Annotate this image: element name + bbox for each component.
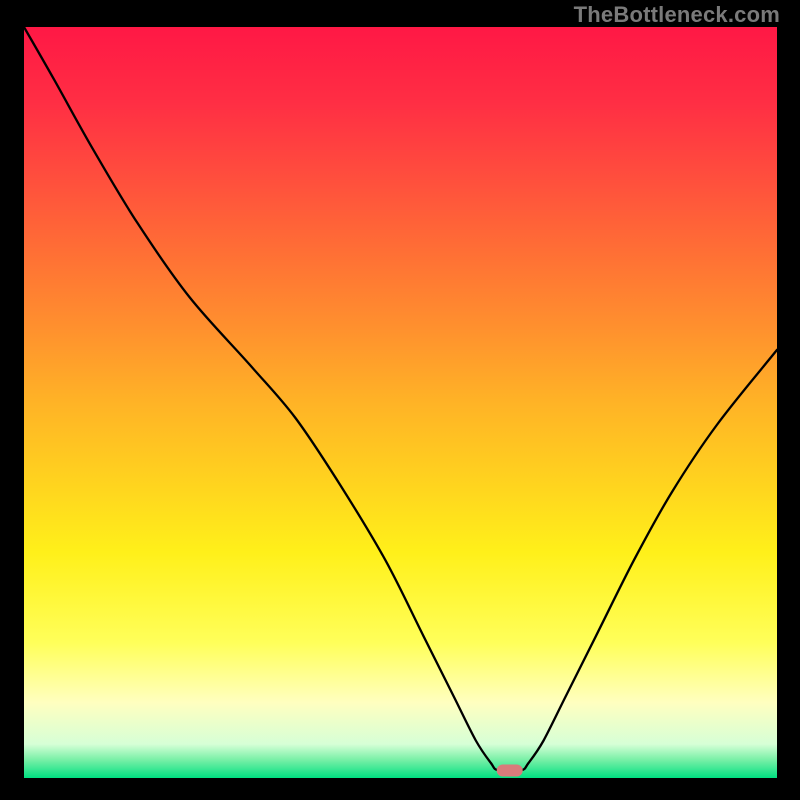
plot-area [24,27,777,778]
gradient-background [24,27,777,778]
chart-svg [24,27,777,778]
chart-container: TheBottleneck.com [0,0,800,800]
optimal-marker [497,765,523,777]
watermark-text: TheBottleneck.com [574,2,780,28]
